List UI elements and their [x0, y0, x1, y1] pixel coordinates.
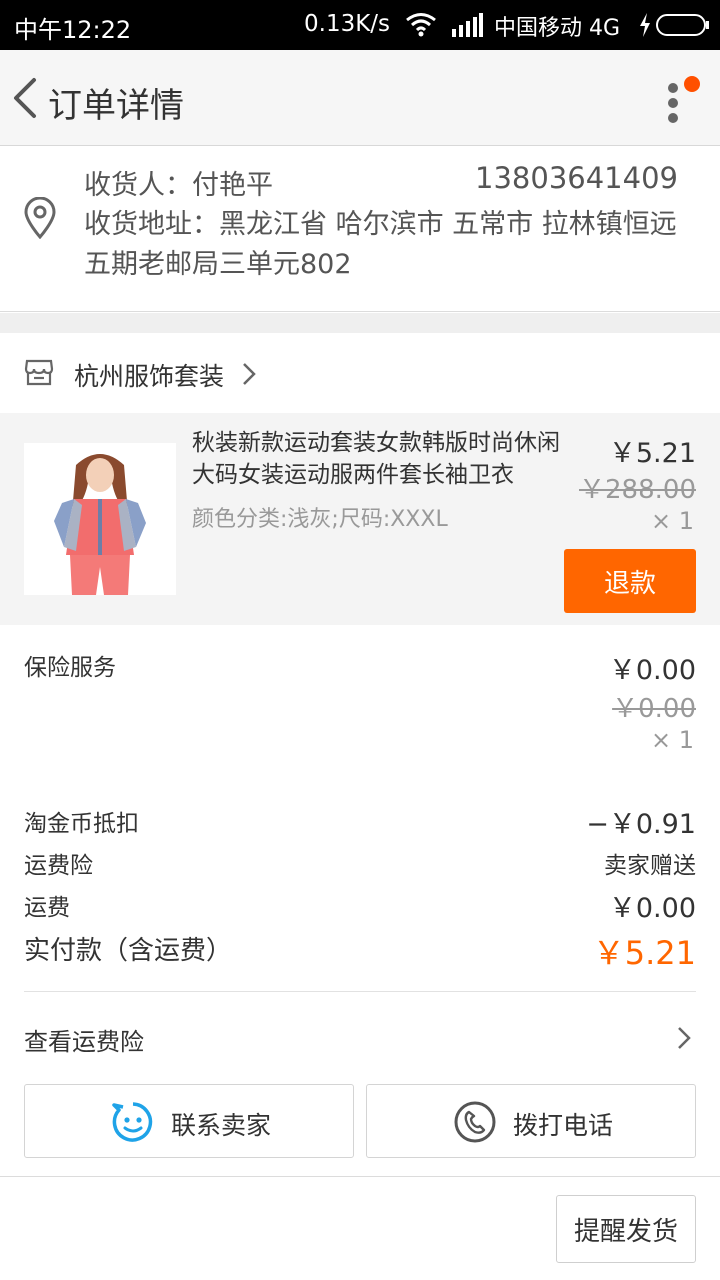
coin-deduction-value: −￥0.91: [586, 809, 696, 840]
phone-icon: [454, 1101, 496, 1143]
chevron-right-icon: [678, 1027, 691, 1049]
receiver-phone: 13803641409: [475, 161, 678, 195]
receiver-address: 收货地址：黑龙江省 哈尔滨市 五常市 拉林镇恒远五期老邮局三单元802: [84, 209, 677, 280]
chevron-right-icon: [243, 363, 256, 385]
charging-icon: [640, 13, 650, 37]
call-button[interactable]: 拨打电话: [366, 1084, 696, 1158]
status-net-speed: 0.13K/s: [304, 11, 391, 37]
insurance-label: 保险服务: [24, 655, 116, 681]
remind-ship-button[interactable]: 提醒发货: [556, 1195, 696, 1263]
chevron-left-icon[interactable]: [10, 76, 40, 120]
product-original-price: ￥288.00: [579, 475, 696, 505]
freight-insurance-label: 运费险: [24, 853, 93, 879]
product-item[interactable]: 秋装新款运动套装女款韩版时尚休闲大码女装运动服两件套长袖卫衣 颜色分类:浅灰;尺…: [0, 413, 720, 625]
insurance-quantity: × 1: [650, 726, 694, 754]
refund-button[interactable]: 退款: [564, 549, 696, 613]
shop-name: 杭州服饰套装: [74, 362, 225, 391]
page-title: 订单详情: [48, 86, 184, 126]
coin-deduction-label: 淘金币抵扣: [24, 811, 139, 837]
more-vertical-icon[interactable]: [664, 80, 682, 126]
freight-label: 运费: [24, 895, 70, 921]
product-price: ￥5.21: [608, 438, 696, 469]
bottom-action-bar: 提醒发货: [0, 1176, 720, 1280]
location-pin-icon: [24, 197, 56, 239]
total-paid-value: ￥5.21: [592, 934, 696, 972]
status-carrier: 中国移动 4G: [494, 16, 621, 41]
freight-value: ￥0.00: [608, 893, 696, 924]
product-spec: 颜色分类:浅灰;尺码:XXXL: [192, 507, 448, 532]
status-time: 中午12:22: [14, 16, 132, 44]
chat-smile-icon: [112, 1102, 153, 1142]
product-quantity: × 1: [650, 507, 694, 535]
battery-icon: [656, 14, 709, 36]
signal-icon: [452, 13, 483, 37]
wifi-icon: [406, 13, 436, 37]
shipping-address-section[interactable]: 收货人：付艳平 13803641409 收货地址：黑龙江省 哈尔滨市 五常市 拉…: [0, 147, 720, 312]
product-photo-illustration: [24, 443, 176, 595]
divider: [24, 991, 696, 992]
contact-seller-button[interactable]: 联系卖家: [24, 1084, 354, 1158]
insurance-original-price: ￥0.00: [612, 694, 696, 724]
status-bar: 中午12:22 0.13K/s 中国移动 4G: [0, 0, 720, 50]
shop-row[interactable]: 杭州服饰套装: [0, 333, 720, 413]
contact-seller-label: 联系卖家: [171, 1111, 272, 1140]
call-label: 拨打电话: [513, 1111, 614, 1140]
section-gap: [0, 313, 720, 333]
navbar: 订单详情: [0, 50, 720, 146]
receiver-name: 收货人：付艳平: [84, 170, 273, 201]
view-freight-insurance-label: 查看运费险: [24, 1028, 144, 1056]
freight-insurance-value: 卖家赠送: [604, 853, 696, 879]
view-freight-insurance-row[interactable]: 查看运费险: [0, 1000, 720, 1074]
product-title[interactable]: 秋装新款运动套装女款韩版时尚休闲大码女装运动服两件套长袖卫衣: [192, 427, 562, 491]
store-icon: [24, 359, 54, 386]
notification-badge: [684, 76, 700, 92]
insurance-price: ￥0.00: [608, 655, 696, 686]
total-paid-label: 实付款（含运费）: [24, 936, 233, 966]
product-image[interactable]: [24, 443, 176, 595]
